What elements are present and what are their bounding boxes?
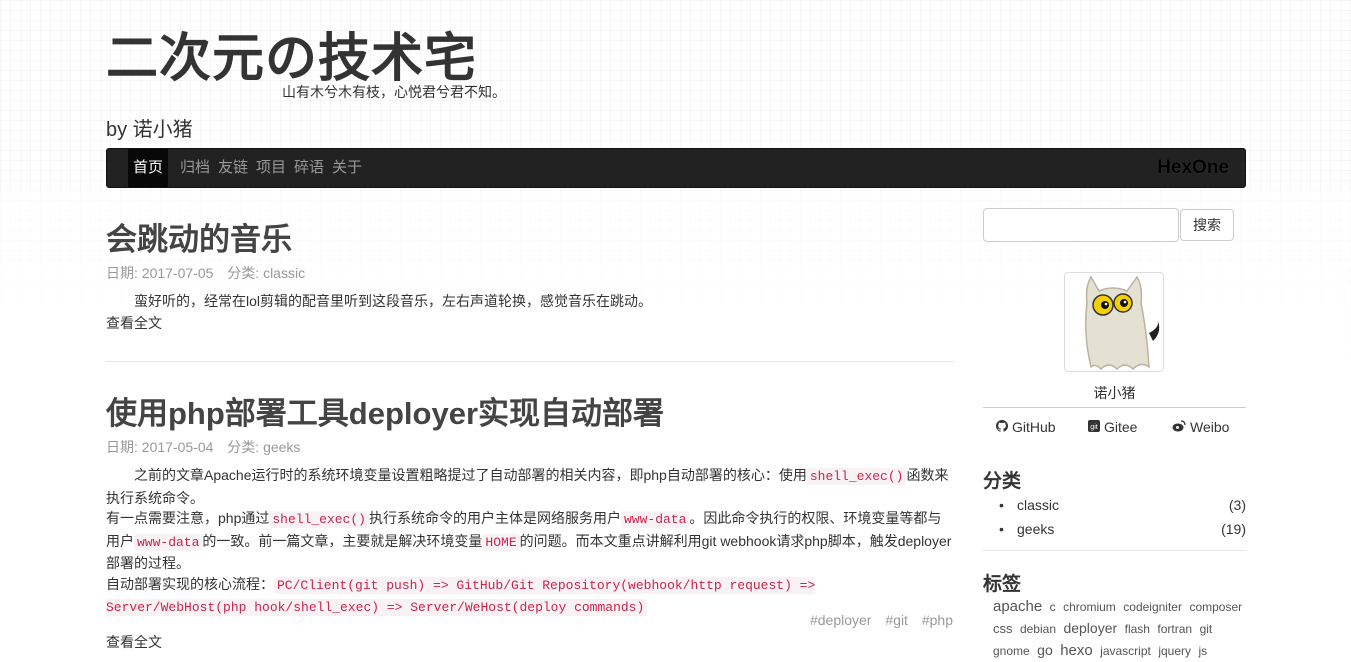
tag-cloud-item[interactable]: deployer xyxy=(1063,620,1117,636)
bullet: • xyxy=(999,497,1004,513)
avatar xyxy=(1064,272,1164,372)
post-paragraph: 之前的文章Apache运行时的系统环境变量设置粗略提过了自动部署的相关内容，即p… xyxy=(106,465,954,508)
post-category[interactable]: 分类: geeks xyxy=(227,439,300,455)
text: 自动部署实现的核心流程： xyxy=(106,575,274,592)
site-author: by 诺小猪 xyxy=(106,119,193,141)
tag-cloud-item[interactable]: composer xyxy=(1189,600,1242,614)
post-paragraph: 有一点需要注意，php通过 shell_exec() 执行系统命令的用户主体是网络服… xyxy=(106,508,954,574)
avatar-name: 诺小猪 xyxy=(1093,385,1136,401)
category-name[interactable]: classic xyxy=(1017,497,1059,513)
social-label: Weibo xyxy=(1190,419,1230,435)
post-category[interactable]: 分类: classic xyxy=(227,265,305,281)
read-more-link[interactable]: 查看全文 xyxy=(106,632,162,652)
tag-cloud-item[interactable]: flash xyxy=(1125,622,1150,636)
site-title[interactable]: 二次元の技术宅 xyxy=(106,16,477,91)
tag-link[interactable]: #git xyxy=(885,612,908,628)
social-link-weibo[interactable]: Weibo xyxy=(1172,419,1229,435)
tag-cloud-item[interactable]: jquery xyxy=(1158,644,1191,658)
post-meta: 日期: 2017-05-04 分类: geeks xyxy=(106,437,310,457)
svg-text:git: git xyxy=(1090,424,1097,431)
tag-cloud-item[interactable]: hexo xyxy=(1060,642,1093,659)
inline-code: HOME xyxy=(482,533,520,551)
search-button[interactable]: 搜索 xyxy=(1180,209,1234,241)
post-divider xyxy=(106,361,954,362)
tag-cloud-item[interactable]: debian xyxy=(1020,622,1056,636)
tag-cloud-item[interactable]: apache xyxy=(993,598,1042,615)
nav-item-archive[interactable]: 归档 xyxy=(175,149,215,187)
nav-item-projects[interactable]: 项目 xyxy=(251,149,291,187)
github-icon xyxy=(996,420,1008,432)
post-excerpt: 之前的文章Apache运行时的系统环境变量设置粗略提过了自动部署的相关内容，即p… xyxy=(106,465,954,619)
tag-cloud-item[interactable]: gnome xyxy=(993,644,1030,658)
text: 执行系统命令的用户主体是网络服务用户 xyxy=(368,510,621,526)
social-link-gitee[interactable]: git Gitee xyxy=(1088,419,1137,435)
category-name[interactable]: geeks xyxy=(1017,521,1054,537)
nav-item-links[interactable]: 友链 xyxy=(213,149,253,187)
text: 的一致。前一篇文章，主要就是解决环境变量 xyxy=(202,532,483,549)
post-excerpt: 蛮好听的，经常在lol剪辑的配音里听到这段音乐，左右声道轮换，感觉音乐在跳动。 xyxy=(106,291,954,312)
tag-cloud-item[interactable]: fortran xyxy=(1157,622,1192,636)
tag-cloud-item[interactable]: c xyxy=(1050,600,1056,614)
ghost-cat-icon xyxy=(1084,275,1160,371)
social-label: GitHub xyxy=(1012,419,1056,435)
social-label: Gitee xyxy=(1104,419,1138,435)
category-count: (19) xyxy=(1221,521,1246,537)
tag-cloud-item[interactable]: javascript xyxy=(1100,644,1151,658)
post-excerpt-text: 蛮好听的，经常在lol剪辑的配音里听到这段音乐，左右声道轮换，感觉音乐在跳动。 xyxy=(134,293,653,309)
tags-heading: 标签 xyxy=(983,574,1022,595)
text: 有一点需要注意，php通过 xyxy=(106,510,270,526)
post-date: 日期: 2017-07-05 xyxy=(106,265,214,281)
tag-link[interactable]: #php xyxy=(922,612,953,628)
tag-cloud: apache c chromium codeigniter composer c… xyxy=(993,596,1246,662)
post-title[interactable]: 会跳动的音乐 xyxy=(106,214,292,259)
sidebar-divider xyxy=(983,550,1246,551)
post-date: 日期: 2017-05-04 xyxy=(106,439,214,455)
sidebar-divider xyxy=(983,407,1246,408)
social-link-github[interactable]: GitHub xyxy=(996,419,1056,435)
post-title[interactable]: 使用php部署工具deployer实现自动部署 xyxy=(106,388,664,433)
read-more-link[interactable]: 查看全文 xyxy=(106,313,162,333)
tag-link[interactable]: #deployer xyxy=(810,612,872,628)
search-input[interactable] xyxy=(983,208,1179,242)
text: 之前的文章Apache运行时的系统环境变量设置粗略提过了自动部署的相关内容，即p… xyxy=(134,467,807,483)
navbar-brand[interactable]: HexOne xyxy=(1157,149,1229,187)
nav-item-home[interactable]: 首页 xyxy=(128,149,169,187)
post-tags: #deployer #git #php xyxy=(800,612,953,628)
inline-code: www-data xyxy=(620,511,690,528)
site-subtitle: 山有木兮木有枝，心悦君兮君不知。 xyxy=(282,84,506,100)
gitee-icon: git xyxy=(1088,420,1100,432)
nav-item-about[interactable]: 关于 xyxy=(327,149,367,187)
tag-cloud-item[interactable]: js xyxy=(1198,644,1207,658)
category-count: (3) xyxy=(1228,497,1246,513)
inline-code: shell_exec() xyxy=(269,511,369,528)
inline-code: shell_exec() xyxy=(806,468,907,485)
bullet: • xyxy=(999,521,1004,537)
tag-cloud-item[interactable]: css xyxy=(993,621,1013,636)
inline-code: www-data xyxy=(134,533,203,551)
tag-cloud-item[interactable]: codeigniter xyxy=(1123,600,1182,614)
categories-heading: 分类 xyxy=(983,471,1022,492)
weibo-icon xyxy=(1172,420,1186,432)
navbar: 首页 归档 友链 项目 碎语 关于 HexOne xyxy=(106,148,1246,188)
tag-cloud-item[interactable]: chromium xyxy=(1063,600,1116,614)
nav-item-notes[interactable]: 碎语 xyxy=(289,149,329,187)
tag-cloud-item[interactable]: git xyxy=(1200,622,1213,636)
tag-cloud-item[interactable]: go xyxy=(1037,642,1053,658)
post-meta: 日期: 2017-07-05 分类: classic xyxy=(106,263,315,283)
